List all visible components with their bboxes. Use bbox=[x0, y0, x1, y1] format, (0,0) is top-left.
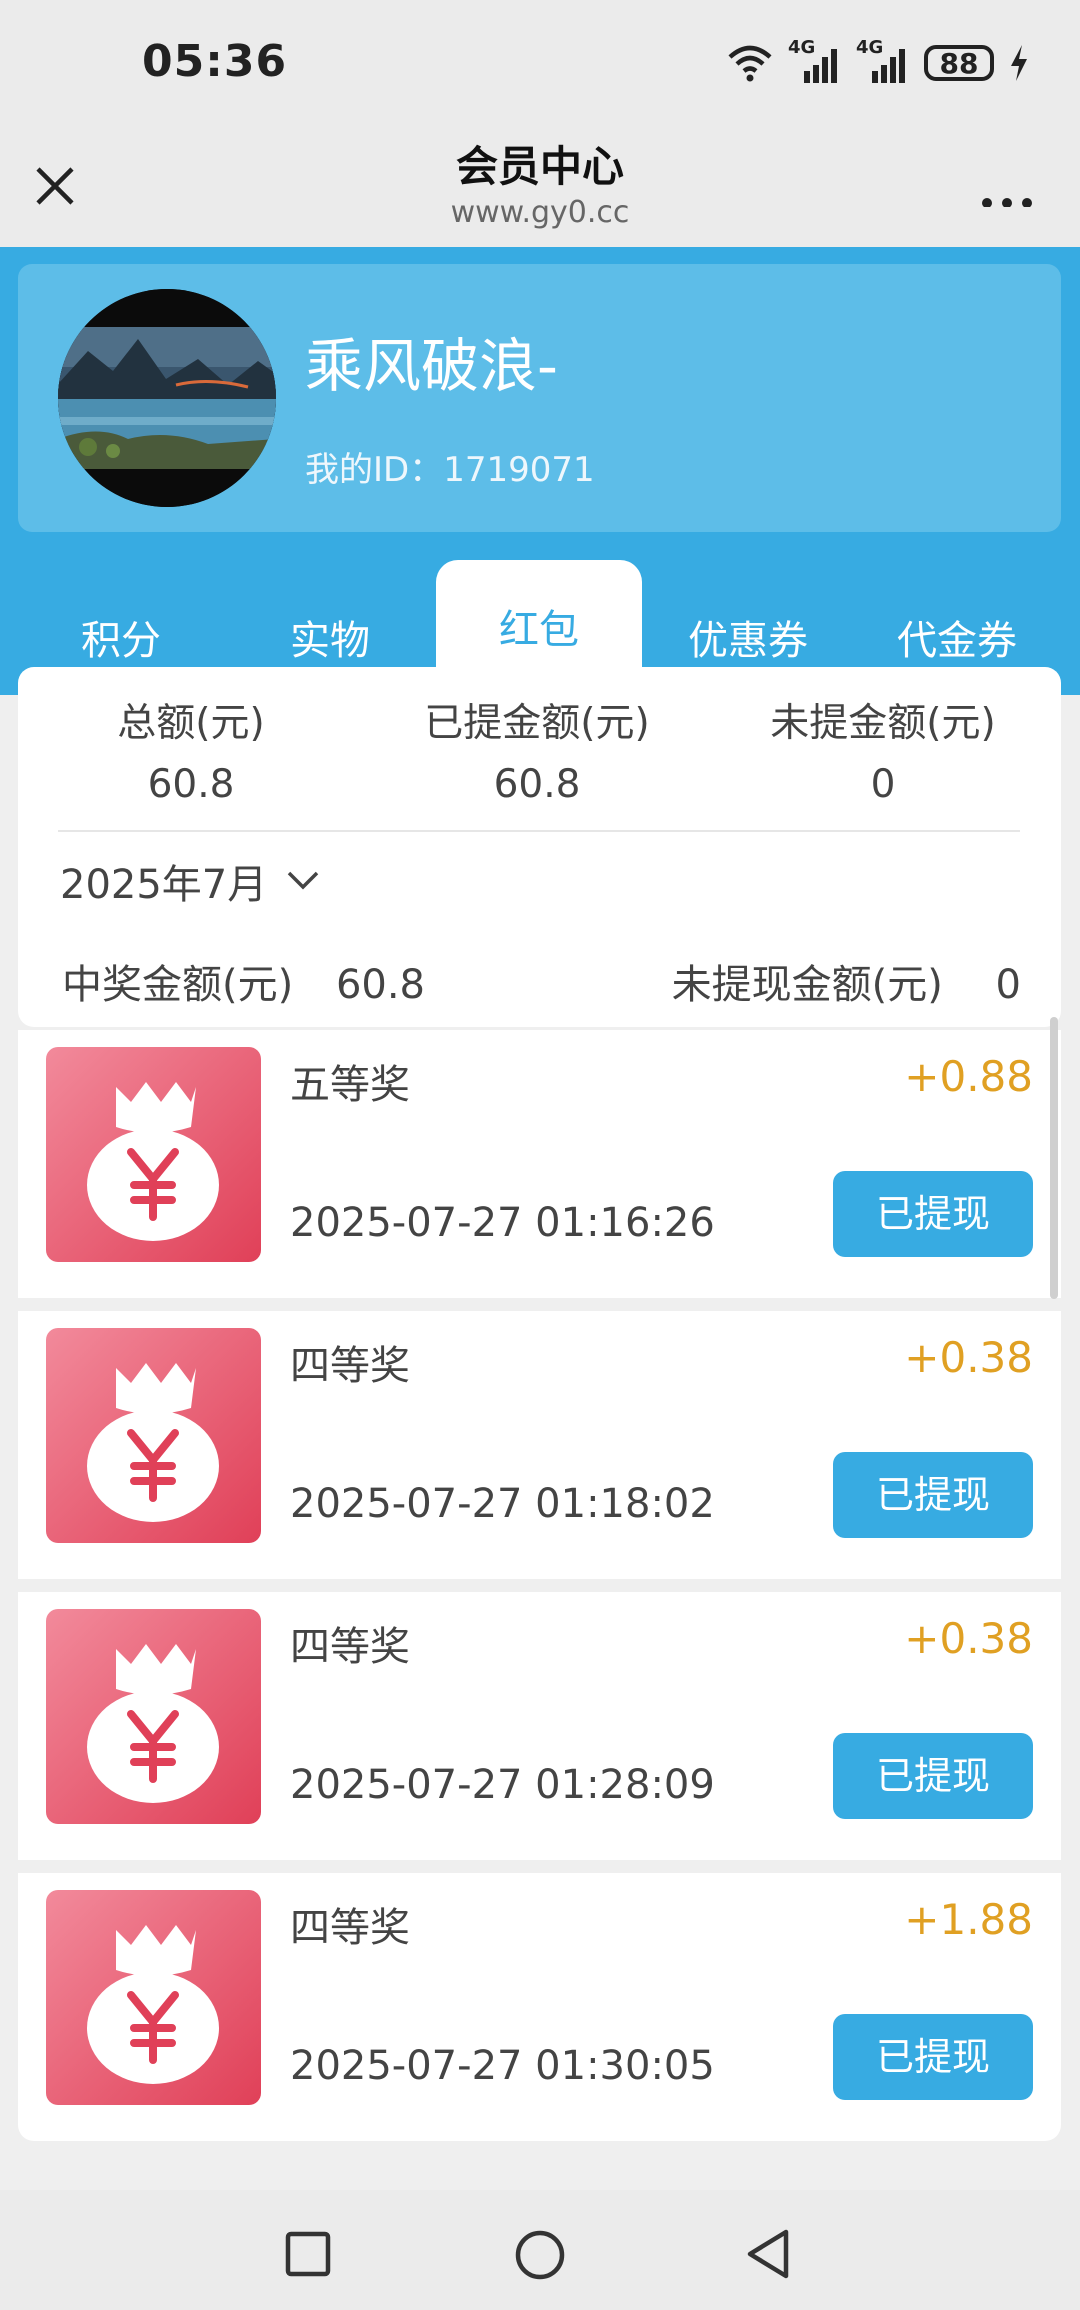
scrollbar[interactable] bbox=[1050, 1017, 1058, 1299]
list-item[interactable]: 四等奖 +0.38 2025-07-27 01:18:02 已提现 bbox=[18, 1311, 1061, 1579]
home-icon[interactable] bbox=[513, 2228, 567, 2282]
money-bag-icon bbox=[46, 1609, 261, 1824]
money-bag-icon bbox=[46, 1047, 261, 1262]
prize-level: 四等奖 bbox=[290, 1343, 410, 1389]
summary-pending-value: 0 bbox=[870, 762, 896, 807]
page-title: 会员中心 bbox=[455, 142, 624, 191]
month-label: 2025年7月 bbox=[60, 862, 268, 908]
system-nav-bar bbox=[0, 2190, 1080, 2310]
prize-time: 2025-07-27 01:28:09 bbox=[290, 1762, 715, 1808]
signal-icon: 4G bbox=[788, 37, 842, 85]
summary-total: 总额(元) 60.8 bbox=[18, 692, 364, 807]
summary-withdrawn: 已提金额(元) 60.8 bbox=[364, 692, 710, 807]
avatar[interactable] bbox=[58, 289, 276, 507]
withdrawn-button[interactable]: 已提现 bbox=[833, 1733, 1033, 1819]
wifi-icon bbox=[728, 45, 772, 82]
signal-icon: 4G bbox=[856, 37, 910, 85]
unwithdrawn-amount-value: 0 bbox=[995, 962, 1021, 1008]
prize-level: 五等奖 bbox=[290, 1062, 410, 1108]
money-bag-icon bbox=[46, 1328, 261, 1543]
win-amount-value: 60.8 bbox=[335, 962, 425, 1008]
unwithdrawn-amount: 未提现金额(元) 0 bbox=[672, 952, 1021, 1010]
withdrawn-button[interactable]: 已提现 bbox=[833, 1452, 1033, 1538]
summary-withdrawn-value: 60.8 bbox=[493, 762, 581, 807]
month-selector[interactable]: 2025年7月 bbox=[60, 852, 321, 910]
profile-header: 乘风破浪- 我的ID：1719071 积分 实物 红包 优惠券 代金券 bbox=[0, 247, 1080, 700]
summary-total-value: 60.8 bbox=[147, 762, 235, 807]
username: 乘风破浪- bbox=[305, 332, 558, 400]
summary-card: 总额(元) 60.8 已提金额(元) 60.8 未提金额(元) 0 2025年7… bbox=[18, 667, 1061, 1027]
win-amount-label: 中奖金额(元) bbox=[62, 962, 294, 1008]
nav-bar: 会员中心 www.gy0.cc bbox=[0, 125, 1080, 247]
prize-amount: +1.88 bbox=[904, 1895, 1033, 1944]
list-item[interactable]: 四等奖 +1.88 2025-07-27 01:30:05 已提现 bbox=[18, 1873, 1061, 2141]
summary-withdrawn-label: 已提金额(元) bbox=[424, 701, 650, 746]
withdrawn-button[interactable]: 已提现 bbox=[833, 1171, 1033, 1257]
status-bar: 05:36 4G 4G 88 bbox=[0, 0, 1080, 125]
summary-pending-label: 未提金额(元) bbox=[770, 701, 996, 746]
status-icons: 4G 4G 88 bbox=[726, 37, 1030, 88]
recent-apps-icon[interactable] bbox=[284, 2230, 332, 2278]
unwithdrawn-amount-label: 未提现金额(元) bbox=[671, 962, 943, 1008]
prize-time: 2025-07-27 01:30:05 bbox=[290, 2043, 715, 2089]
page-url: www.gy0.cc bbox=[450, 195, 630, 230]
money-bag-icon bbox=[46, 1890, 261, 2105]
more-icon[interactable] bbox=[972, 147, 1042, 208]
prize-time: 2025-07-27 01:18:02 bbox=[290, 1481, 715, 1527]
user-id: 我的ID：1719071 bbox=[305, 442, 595, 491]
withdrawn-button[interactable]: 已提现 bbox=[833, 2014, 1033, 2100]
divider bbox=[58, 830, 1020, 832]
battery-icon: 88 bbox=[924, 45, 994, 81]
charging-icon bbox=[1011, 45, 1027, 81]
summary-pending: 未提金额(元) 0 bbox=[710, 692, 1056, 807]
user-id-label: 我的ID： bbox=[305, 450, 444, 490]
chevron-down-icon bbox=[288, 871, 319, 890]
list-item[interactable]: 四等奖 +0.38 2025-07-27 01:28:09 已提现 bbox=[18, 1592, 1061, 1860]
back-icon[interactable] bbox=[742, 2226, 794, 2282]
prize-amount: +0.38 bbox=[904, 1614, 1033, 1663]
prize-amount: +0.38 bbox=[904, 1333, 1033, 1382]
summary-total-label: 总额(元) bbox=[117, 701, 265, 746]
prize-time: 2025-07-27 01:16:26 bbox=[290, 1200, 715, 1246]
prize-level: 四等奖 bbox=[290, 1905, 410, 1951]
profile-card: 乘风破浪- 我的ID：1719071 bbox=[18, 264, 1061, 532]
status-time: 05:36 bbox=[142, 36, 288, 87]
battery-level: 88 bbox=[939, 46, 979, 80]
list-item[interactable]: 五等奖 +0.88 2025-07-27 01:16:26 已提现 bbox=[18, 1030, 1061, 1298]
prize-amount: +0.88 bbox=[904, 1052, 1033, 1101]
prize-level: 四等奖 bbox=[290, 1624, 410, 1670]
user-id-value: 1719071 bbox=[443, 450, 595, 490]
win-amount: 中奖金额(元) 60.8 bbox=[62, 952, 425, 1010]
